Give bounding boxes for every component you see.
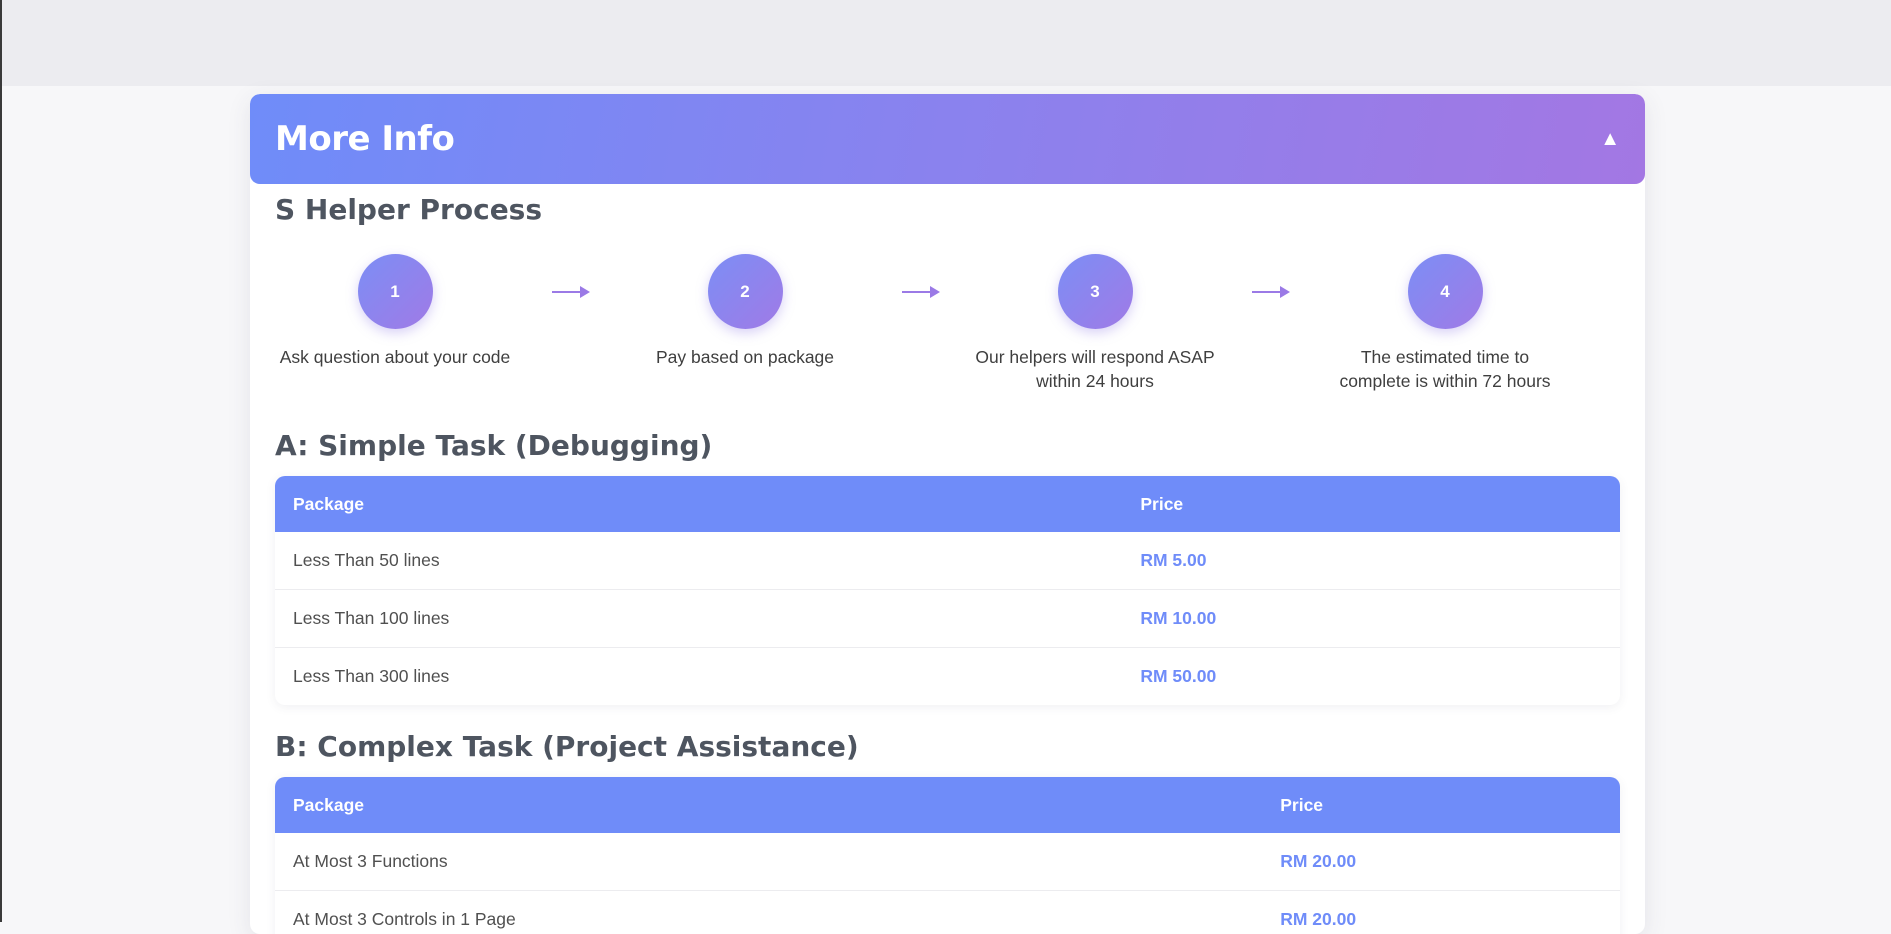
simple-task-title: A: Simple Task (Debugging) [275,429,712,462]
column-header-package: Package [275,777,1262,833]
price-cell: RM 20.00 [1262,891,1620,934]
table-header-row: Package Price [275,476,1620,532]
table-row: Less Than 100 lines RM 10.00 [275,590,1620,648]
package-cell: At Most 3 Controls in 1 Page [275,891,1262,934]
price-cell: RM 5.00 [1122,532,1620,590]
process-title: S Helper Process [275,193,542,226]
price-cell: RM 20.00 [1262,833,1620,891]
step-description: Pay based on package [656,345,834,369]
step-number-badge: 4 [1408,254,1483,329]
price-cell: RM 50.00 [1122,648,1620,706]
arrow-right-icon [515,254,625,329]
package-cell: Less Than 100 lines [275,590,1122,648]
price-cell: RM 10.00 [1122,590,1620,648]
simple-task-table: Package Price Less Than 50 lines RM 5.00… [275,476,1620,705]
more-info-panel: More Info ▲ S Helper Process 1 Ask quest… [250,94,1645,934]
step-number-badge: 3 [1058,254,1133,329]
arrow-right-icon [1215,254,1325,329]
package-cell: At Most 3 Functions [275,833,1262,891]
package-cell: Less Than 300 lines [275,648,1122,706]
step-number-badge: 1 [358,254,433,329]
table-header-row: Package Price [275,777,1620,833]
process-step: 4 The estimated time to complete is with… [1325,254,1565,393]
table-row: At Most 3 Functions RM 20.00 [275,833,1620,891]
step-number-badge: 2 [708,254,783,329]
step-description: Our helpers will respond ASAP within 24 … [975,345,1215,393]
complex-task-title: B: Complex Task (Project Assistance) [275,730,859,763]
collapse-toggle-icon[interactable]: ▲ [1600,128,1620,151]
column-header-price: Price [1262,777,1620,833]
package-cell: Less Than 50 lines [275,532,1122,590]
panel-title: More Info [275,119,454,159]
step-description: Ask question about your code [280,345,511,369]
complex-task-table: Package Price At Most 3 Functions RM 20.… [275,777,1620,934]
step-description: The estimated time to complete is within… [1325,345,1565,393]
column-header-price: Price [1122,476,1620,532]
table-row: At Most 3 Controls in 1 Page RM 20.00 [275,891,1620,934]
process-step: 1 Ask question about your code [275,254,515,369]
column-header-package: Package [275,476,1122,532]
arrow-right-icon [865,254,975,329]
process-step: 3 Our helpers will respond ASAP within 2… [975,254,1215,393]
process-step: 2 Pay based on package [625,254,865,369]
process-steps: 1 Ask question about your code 2 Pay bas… [275,254,1620,404]
table-row: Less Than 300 lines RM 50.00 [275,648,1620,706]
browser-top-bar [0,0,1891,86]
panel-header[interactable]: More Info ▲ [250,94,1645,184]
table-row: Less Than 50 lines RM 5.00 [275,532,1620,590]
